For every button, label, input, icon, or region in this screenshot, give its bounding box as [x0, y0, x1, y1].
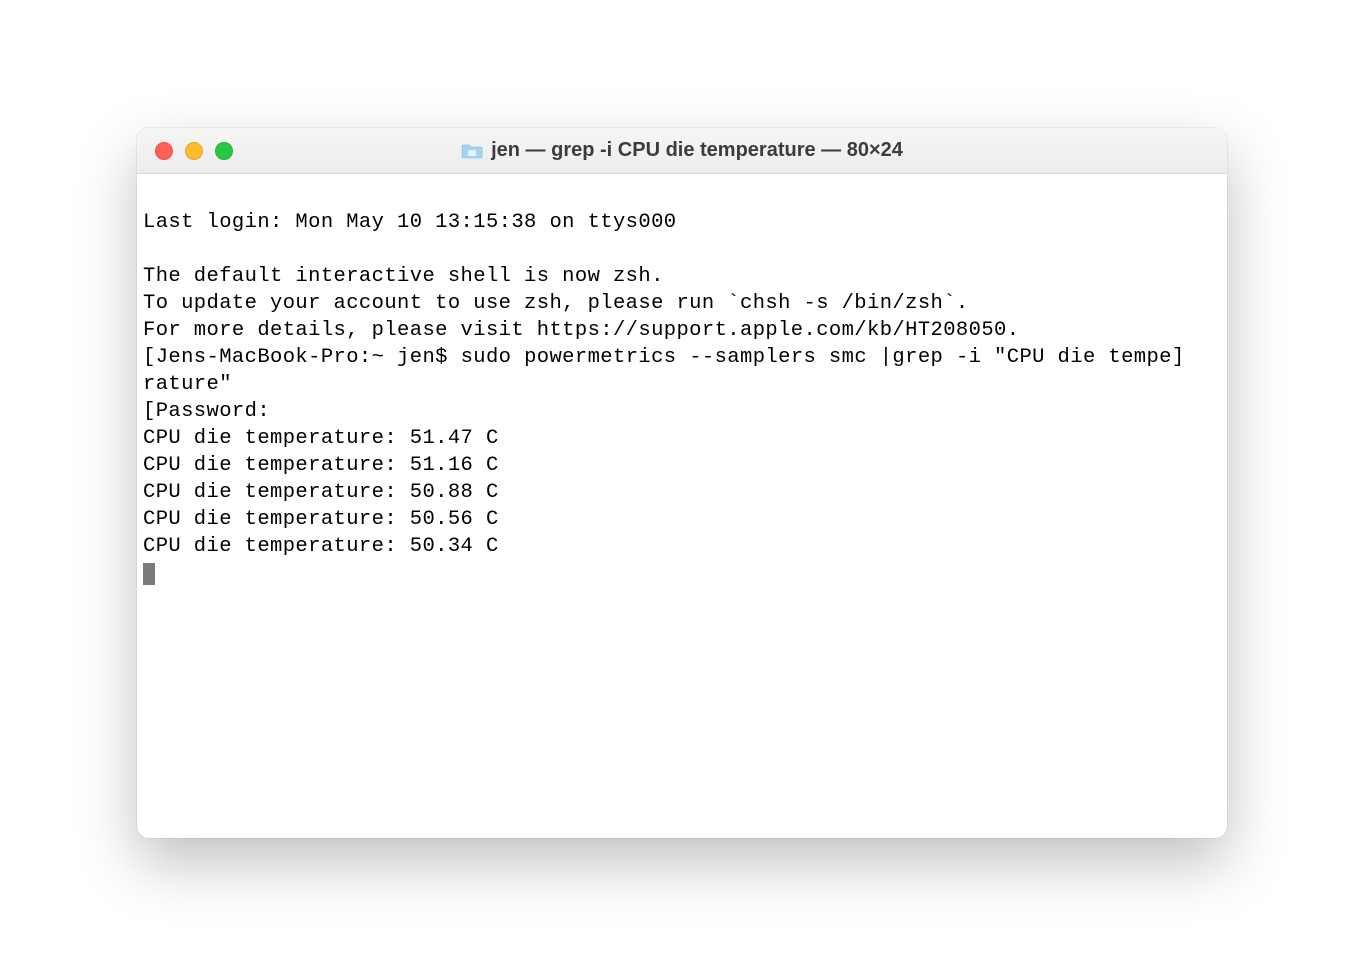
minimize-button[interactable] — [185, 142, 203, 160]
window-title: jen — grep -i CPU die temperature — 80×2… — [491, 139, 903, 162]
password-line: [Password: — [143, 400, 270, 423]
terminal-content[interactable]: Last login: Mon May 10 13:15:38 on ttys0… — [137, 174, 1227, 838]
traffic-lights — [155, 142, 233, 160]
zsh-notice-line-2: To update your account to use zsh, pleas… — [143, 292, 969, 315]
maximize-button[interactable] — [215, 142, 233, 160]
close-button[interactable] — [155, 142, 173, 160]
output-line-5: CPU die temperature: 50.34 C — [143, 535, 499, 558]
cursor-icon — [143, 563, 155, 585]
output-line-1: CPU die temperature: 51.47 C — [143, 427, 499, 450]
last-login-line: Last login: Mon May 10 13:15:38 on ttys0… — [143, 211, 676, 234]
zsh-notice-line-1: The default interactive shell is now zsh… — [143, 265, 664, 288]
prompt-line: [Jens-MacBook-Pro:~ jen$ sudo powermetri… — [143, 346, 1185, 396]
output-line-4: CPU die temperature: 50.56 C — [143, 508, 499, 531]
prompt-prefix: [Jens-MacBook-Pro:~ jen$ — [143, 346, 461, 369]
password-label: [Password: — [143, 400, 270, 423]
terminal-window: jen — grep -i CPU die temperature — 80×2… — [137, 128, 1227, 838]
output-line-3: CPU die temperature: 50.88 C — [143, 481, 499, 504]
folder-icon — [461, 142, 483, 160]
output-line-2: CPU die temperature: 51.16 C — [143, 454, 499, 477]
titlebar[interactable]: jen — grep -i CPU die temperature — 80×2… — [137, 128, 1227, 174]
zsh-notice-line-3: For more details, please visit https://s… — [143, 319, 1019, 342]
window-title-wrap: jen — grep -i CPU die temperature — 80×2… — [461, 139, 903, 162]
